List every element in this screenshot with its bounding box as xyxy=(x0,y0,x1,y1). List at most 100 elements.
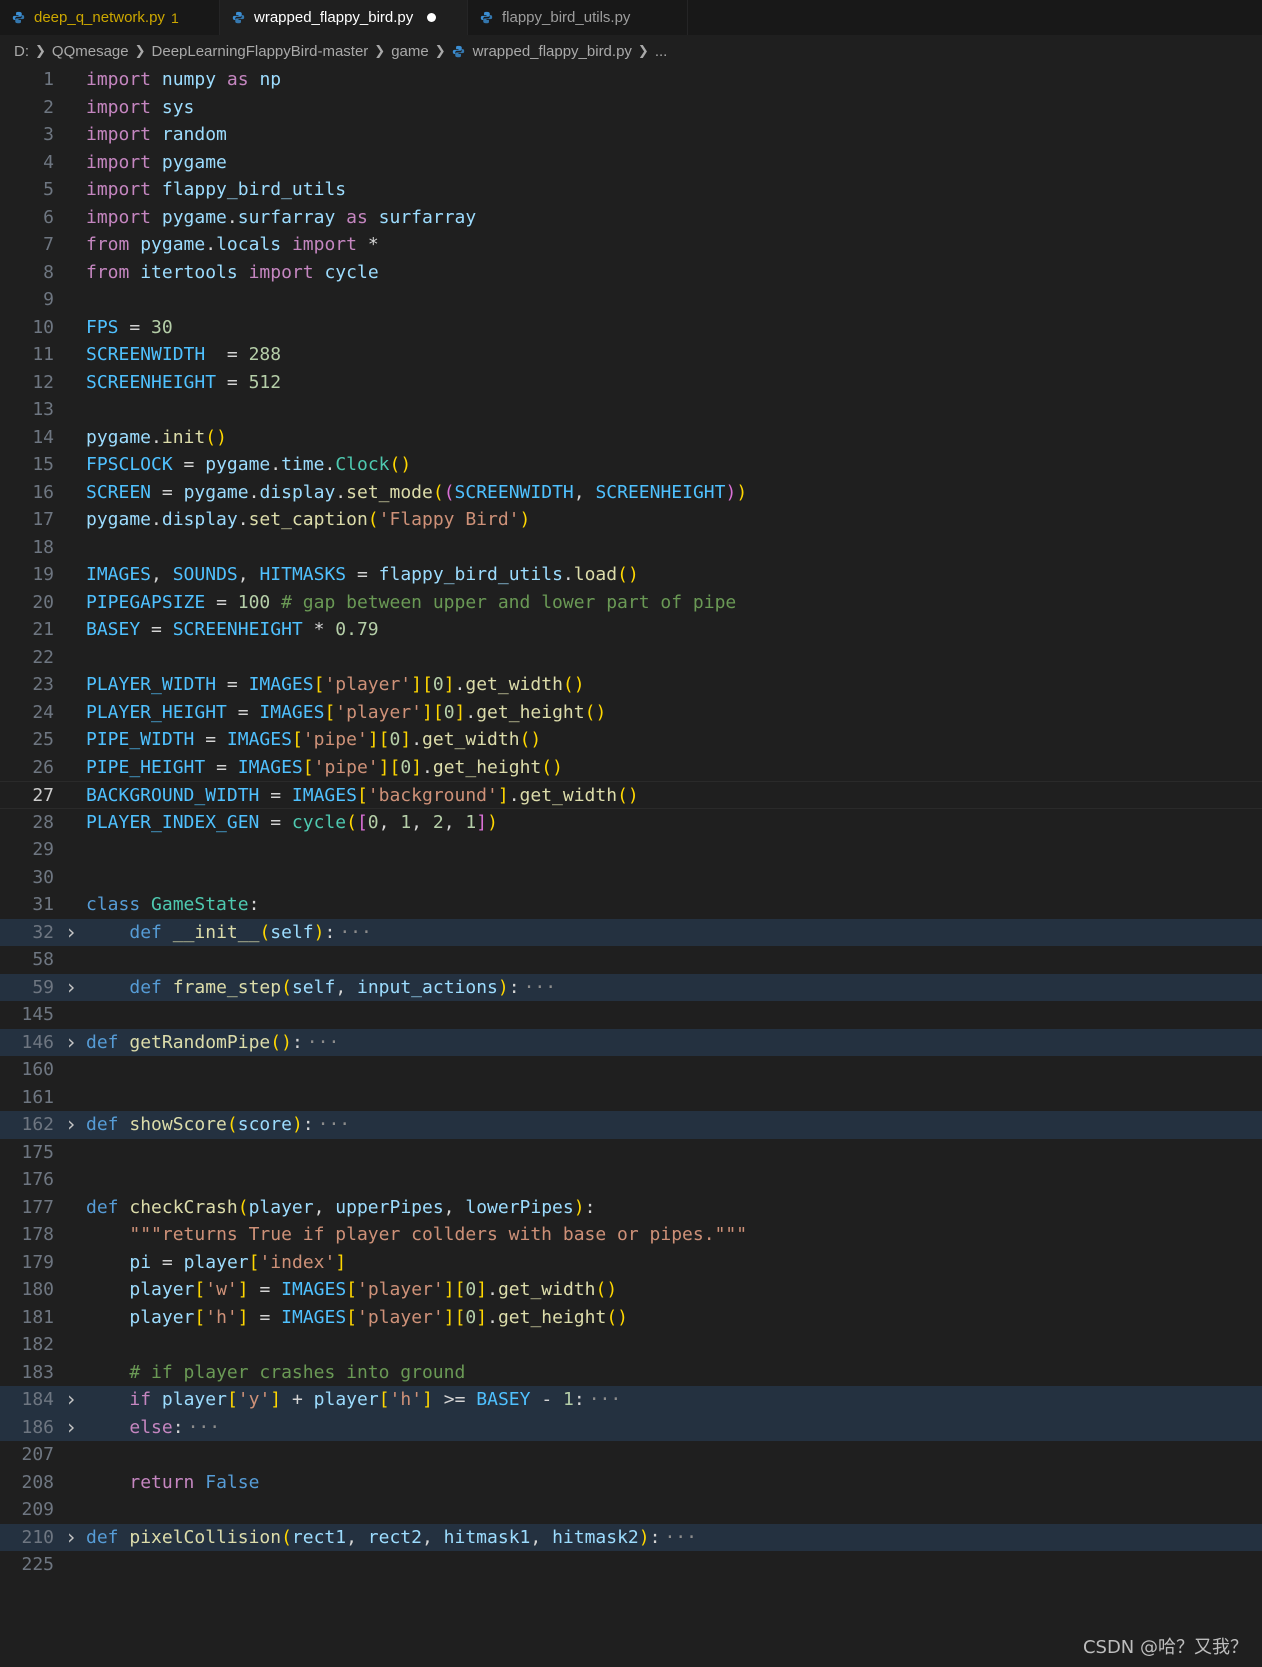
code-line[interactable]: 7 from pygame.locals import * xyxy=(0,231,1262,259)
code-line[interactable]: 11 SCREENWIDTH = 288 xyxy=(0,341,1262,369)
line-number: 160 xyxy=(21,1059,54,1080)
unsaved-dot-icon[interactable] xyxy=(427,13,437,22)
tab-flappy-bird-utils[interactable]: flappy_bird_utils.py xyxy=(468,0,688,35)
code-line[interactable]: 20 PIPEGAPSIZE = 100 # gap between upper … xyxy=(0,589,1262,617)
code-line[interactable]: 182 xyxy=(0,1331,1262,1359)
folded-ellipsis[interactable]: ··· xyxy=(589,1389,622,1410)
code-line[interactable]: 59 › def frame_step(self, input_actions):… xyxy=(0,973,1262,1002)
line-number: 11 xyxy=(32,344,54,365)
code-line[interactable]: 18 xyxy=(0,534,1262,562)
code-line[interactable]: 175 xyxy=(0,1139,1262,1167)
code-line[interactable]: 180 player['w'] = IMAGES['player'][0].ge… xyxy=(0,1276,1262,1304)
code-line[interactable]: 207 xyxy=(0,1441,1262,1469)
folded-ellipsis[interactable]: ··· xyxy=(339,922,372,943)
code-line[interactable]: 225 xyxy=(0,1551,1262,1579)
breadcrumb-item[interactable]: ... xyxy=(655,43,668,60)
code-line[interactable]: 24 PLAYER_HEIGHT = IMAGES['player'][0].ge… xyxy=(0,699,1262,727)
code-line[interactable]: 26 PIPE_HEIGHT = IMAGES['pipe'][0].get_he… xyxy=(0,754,1262,782)
code-text: class GameState: xyxy=(86,894,260,915)
folded-ellipsis[interactable]: ··· xyxy=(318,1114,351,1135)
code-line[interactable]: 2 import sys xyxy=(0,94,1262,122)
code-line[interactable]: 13 xyxy=(0,396,1262,424)
breadcrumb-item[interactable]: QQmesage xyxy=(52,43,129,60)
code-line[interactable]: 145 xyxy=(0,1001,1262,1029)
code-text: FPSCLOCK = pygame.time.Clock() xyxy=(86,454,412,475)
breadcrumb-item[interactable]: wrapped_flappy_bird.py xyxy=(473,43,632,60)
line-number: 2 xyxy=(43,96,54,118)
code-line[interactable]: 25 PIPE_WIDTH = IMAGES['pipe'][0].get_wid… xyxy=(0,726,1262,754)
folded-ellipsis[interactable]: ··· xyxy=(307,1032,340,1053)
tab-deep-q-network[interactable]: deep_q_network.py 1 xyxy=(0,0,220,35)
code-line[interactable]: 31 class GameState: xyxy=(0,891,1262,919)
code-line[interactable]: 176 xyxy=(0,1166,1262,1194)
code-line[interactable]: 32 › def __init__(self): ··· xyxy=(0,918,1262,947)
code-editor[interactable]: 1 import numpy as np 2 import sys 3 import ra… xyxy=(0,66,1262,1579)
code-text: # if player crashes into ground xyxy=(129,1361,466,1383)
code-line[interactable]: 15 FPSCLOCK = pygame.time.Clock() xyxy=(0,451,1262,479)
fold-chevron-icon[interactable]: › xyxy=(64,1029,78,1057)
code-line[interactable]: 58 xyxy=(0,946,1262,974)
code-text: import sys xyxy=(86,96,195,118)
code-line[interactable]: 28 PLAYER_INDEX_GEN = cycle([0, 1, 2, 1]) xyxy=(0,809,1262,837)
code-text: SCREEN = pygame.display.set_mode((SCREEN… xyxy=(86,481,748,503)
code-line[interactable]: 179 pi = player['index'] xyxy=(0,1249,1262,1277)
code-line[interactable]: 21 BASEY = SCREENHEIGHT * 0.79 xyxy=(0,616,1262,644)
code-line[interactable]: 186 › else: ··· xyxy=(0,1413,1262,1442)
code-line[interactable]: 29 xyxy=(0,836,1262,864)
line-number: 9 xyxy=(43,289,54,310)
fold-chevron-icon[interactable]: › xyxy=(64,1524,78,1552)
code-line[interactable]: 8 from itertools import cycle xyxy=(0,259,1262,287)
line-number: 7 xyxy=(43,234,54,255)
folded-ellipsis[interactable]: ··· xyxy=(524,977,557,998)
code-text: def checkCrash(player, upperPipes, lower… xyxy=(86,1196,596,1218)
code-line[interactable]: 209 xyxy=(0,1496,1262,1524)
code-line[interactable]: 162 › def showScore(score): ··· xyxy=(0,1111,1262,1139)
line-number: 31 xyxy=(32,894,54,915)
code-line[interactable]: 146 › def getRandomPipe(): ··· xyxy=(0,1028,1262,1057)
code-text: def frame_step(self, input_actions): ··· xyxy=(129,976,557,998)
code-line[interactable]: 160 xyxy=(0,1056,1262,1084)
code-line[interactable]: 4 import pygame xyxy=(0,149,1262,177)
code-line[interactable]: 27 BACKGROUND_WIDTH = IMAGES['background'… xyxy=(0,781,1262,809)
code-line[interactable]: 9 xyxy=(0,286,1262,314)
line-number: 15 xyxy=(32,454,54,475)
code-line[interactable]: 10 FPS = 30 xyxy=(0,314,1262,342)
line-number: 26 xyxy=(32,756,54,778)
code-line[interactable]: 12 SCREENHEIGHT = 512 xyxy=(0,369,1262,397)
code-line[interactable]: 17 pygame.display.set_caption('Flappy Bir… xyxy=(0,506,1262,534)
fold-chevron-icon[interactable]: › xyxy=(64,1414,78,1442)
code-line[interactable]: 161 xyxy=(0,1084,1262,1112)
code-line[interactable]: 210 › def pixelCollision(rect1, rect2, hit… xyxy=(0,1523,1262,1552)
code-text: def pixelCollision(rect1, rect2, hitmask… xyxy=(86,1526,697,1548)
code-line[interactable]: 23 PLAYER_WIDTH = IMAGES['player'][0].get… xyxy=(0,671,1262,699)
code-line[interactable]: 14 pygame.init() xyxy=(0,424,1262,452)
line-number: 20 xyxy=(32,591,54,613)
folded-ellipsis[interactable]: ··· xyxy=(188,1417,221,1438)
breadcrumb-item[interactable]: DeepLearningFlappyBird-master xyxy=(152,43,369,60)
code-line[interactable]: 181 player['h'] = IMAGES['player'][0].ge… xyxy=(0,1304,1262,1332)
folded-ellipsis[interactable]: ··· xyxy=(664,1527,697,1548)
code-line[interactable]: 19 IMAGES, SOUNDS, HITMASKS = flappy_bird… xyxy=(0,561,1262,589)
code-line[interactable]: 22 xyxy=(0,644,1262,672)
code-text: def __init__(self): ··· xyxy=(129,921,372,943)
code-line[interactable]: 16 SCREEN = pygame.display.set_mode((SCRE… xyxy=(0,479,1262,507)
code-line[interactable]: 30 xyxy=(0,864,1262,892)
fold-chevron-icon[interactable]: › xyxy=(64,1386,78,1414)
code-line[interactable]: 1 import numpy as np xyxy=(0,66,1262,94)
code-line[interactable]: 3 import random xyxy=(0,121,1262,149)
code-line[interactable]: 184 › if player['y'] + player['h'] >= BAS… xyxy=(0,1386,1262,1414)
code-line[interactable]: 208 return False xyxy=(0,1469,1262,1497)
code-line[interactable]: 178 """returns True if player collders w… xyxy=(0,1221,1262,1249)
fold-chevron-icon[interactable]: › xyxy=(64,974,78,1002)
breadcrumb-item[interactable]: game xyxy=(391,43,429,60)
code-line[interactable]: 177 def checkCrash(player, upperPipes, lo… xyxy=(0,1194,1262,1222)
code-line[interactable]: 6 import pygame.surfarray as surfarray xyxy=(0,204,1262,232)
fold-chevron-icon[interactable]: › xyxy=(64,919,78,947)
tab-wrapped-flappy-bird[interactable]: wrapped_flappy_bird.py xyxy=(220,0,468,35)
code-line[interactable]: 183 # if player crashes into ground xyxy=(0,1359,1262,1387)
fold-chevron-icon[interactable]: › xyxy=(64,1111,78,1139)
code-text: PIPE_HEIGHT = IMAGES['pipe'][0].get_heig… xyxy=(86,756,563,778)
code-line[interactable]: 5 import flappy_bird_utils xyxy=(0,176,1262,204)
breadcrumb-item[interactable]: D: xyxy=(14,43,29,60)
code-text: PLAYER_INDEX_GEN = cycle([0, 1, 2, 1]) xyxy=(86,811,498,833)
